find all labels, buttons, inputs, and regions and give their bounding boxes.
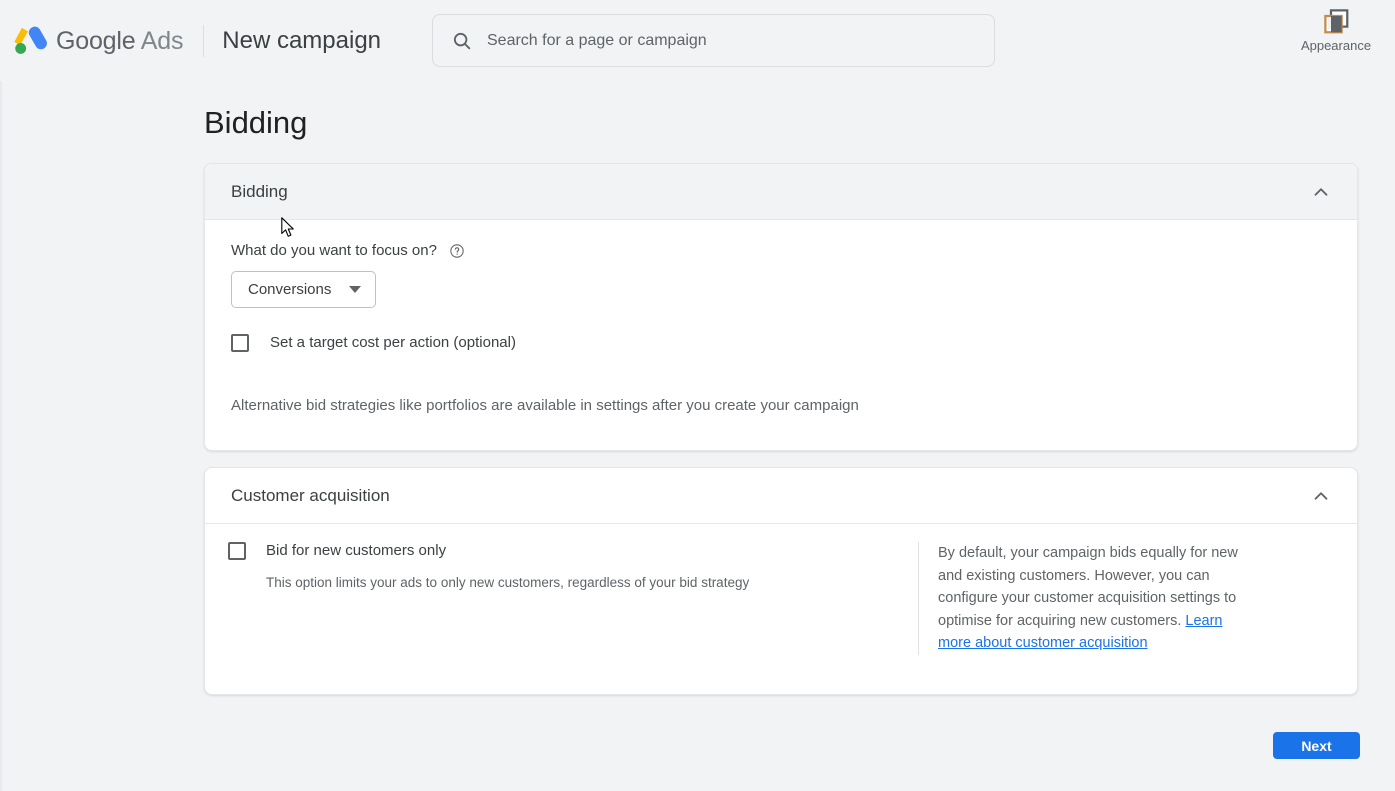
customer-acquisition-card-title: Customer acquisition (231, 485, 390, 505)
brand-ads-text: Ads (140, 26, 184, 55)
bid-new-customers-sublabel: This option limits your ads to only new … (266, 575, 750, 590)
global-search-box[interactable] (432, 14, 995, 67)
focus-field-label: What do you want to focus on? (231, 242, 437, 259)
brand-divider (203, 25, 205, 57)
appearance-icon (1321, 6, 1351, 36)
bidding-note: Alternative bid strategies like portfoli… (231, 397, 859, 414)
chevron-up-icon[interactable] (1310, 485, 1332, 507)
customer-acquisition-card: Customer acquisition Bid for new custome… (204, 467, 1358, 695)
customer-acquisition-options: Bid for new customers only This option l… (205, 542, 918, 655)
page-title: Bidding (204, 105, 308, 140)
brand-wordmark: Google Ads (56, 27, 183, 56)
brand-google-text: Google (56, 26, 136, 55)
page-content: Bidding Bidding What do you want to focu… (0, 81, 1395, 791)
bidding-card-title: Bidding (231, 181, 288, 201)
bidding-card: Bidding What do you want to focus on? Co… (204, 163, 1358, 451)
search-input[interactable] (487, 31, 976, 50)
bid-new-customers-checkbox[interactable] (228, 542, 246, 560)
focus-field-label-row: What do you want to focus on? (231, 220, 1331, 259)
bid-new-customers-label: Bid for new customers only (266, 542, 447, 559)
appearance-label: Appearance (1300, 38, 1372, 53)
customer-acquisition-info-panel: By default, your campaign bids equally f… (918, 542, 1258, 655)
chevron-up-icon[interactable] (1310, 181, 1332, 203)
focus-select[interactable]: Conversions (231, 271, 377, 308)
target-cpa-checkbox-label: Set a target cost per action (optional) (270, 334, 516, 351)
viewport-left-edge (0, 81, 2, 791)
next-button[interactable]: Next (1273, 732, 1360, 759)
customer-acquisition-card-body: Bid for new customers only This option l… (205, 524, 1357, 655)
bidding-card-header[interactable]: Bidding (205, 164, 1357, 220)
campaign-context-label: New campaign (222, 27, 382, 54)
top-app-bar: Google Ads New campaign Appearance (0, 0, 1395, 81)
bid-new-customers-checkbox-row[interactable]: Bid for new customers only This option l… (228, 542, 918, 590)
brand-area: Google Ads New campaign (10, 18, 381, 64)
bidding-card-body: What do you want to focus on? Conversion… (205, 220, 1357, 414)
caret-down-icon (349, 286, 362, 293)
target-cpa-checkbox[interactable] (231, 334, 249, 352)
customer-acquisition-card-header[interactable]: Customer acquisition (205, 468, 1357, 524)
target-cpa-checkbox-row[interactable]: Set a target cost per action (optional) (231, 334, 1331, 352)
search-icon (451, 30, 473, 52)
bid-new-customers-text: Bid for new customers only This option l… (266, 542, 749, 590)
appearance-button[interactable]: Appearance (1287, 6, 1385, 53)
focus-select-value: Conversions (248, 281, 332, 298)
google-ads-logo-icon[interactable] (10, 20, 52, 62)
help-circle-icon[interactable] (449, 243, 465, 259)
